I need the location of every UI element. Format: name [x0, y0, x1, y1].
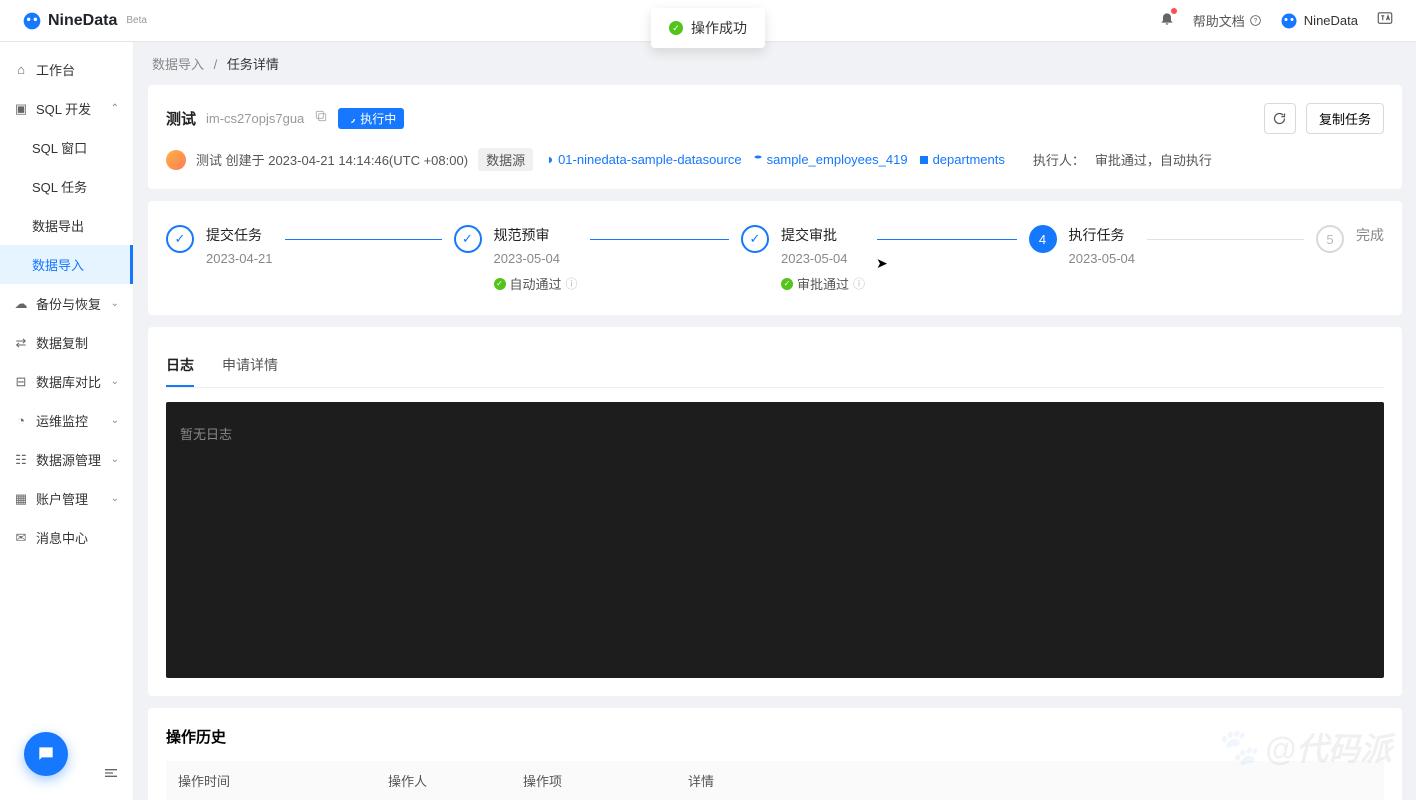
datasource-link[interactable]: 01-ninedata-sample-datasource: [543, 152, 742, 167]
task-id: im-cs27opjs7gua: [206, 111, 304, 126]
sidebar-item-message[interactable]: ✉ 消息中心: [0, 518, 133, 557]
help-icon: ?: [1249, 14, 1262, 27]
col-operator: 操作人: [376, 761, 511, 800]
database-icon: [752, 154, 764, 166]
chat-fab[interactable]: [24, 732, 68, 776]
sidebar-item-sqldev[interactable]: ▣ SQL 开发 ⌃: [0, 89, 133, 128]
copy-task-button[interactable]: 复制任务: [1306, 103, 1384, 134]
svg-text:?: ?: [1253, 18, 1257, 25]
watermark: 🐾 @代码派: [1214, 724, 1392, 770]
status-tag: 执行中: [338, 108, 404, 129]
task-header-card: 测试 im-cs27opjs7gua 执行中 复制任务 测试: [148, 85, 1402, 189]
check-icon: ✓: [741, 225, 769, 253]
log-card: 日志 申请详情 暂无日志: [148, 327, 1402, 696]
chat-icon: [36, 744, 56, 764]
tab-log[interactable]: 日志: [166, 345, 194, 387]
monitor-icon: ◔: [14, 414, 28, 428]
creator-line: 测试 创建于 2023-04-21 14:14:46(UTC +08:00): [196, 150, 468, 169]
sidebar: ⌂ 工作台 ▣ SQL 开发 ⌃ SQL 窗口 SQL 任务 数据导出 数据导入…: [0, 42, 134, 800]
info-icon[interactable]: ⓘ: [853, 275, 865, 292]
spinner-icon: [346, 114, 356, 124]
refresh-button[interactable]: [1264, 103, 1296, 134]
chevron-down-icon: ⌄: [111, 376, 119, 387]
chevron-down-icon: ⌄: [111, 454, 119, 465]
tab-detail[interactable]: 申请详情: [222, 345, 278, 387]
sidebar-item-monitor[interactable]: ◔ 运维监控 ⌄: [0, 401, 133, 440]
user-menu[interactable]: NineData: [1280, 12, 1358, 30]
logo-small-icon: [1280, 12, 1298, 30]
check-icon: ✓: [454, 225, 482, 253]
notification-icon[interactable]: [1159, 10, 1175, 31]
collapse-sidebar-icon[interactable]: [103, 765, 119, 786]
terminal-icon: ▣: [14, 102, 28, 116]
help-link[interactable]: 帮助文档 ?: [1193, 11, 1262, 30]
database-link[interactable]: sample_employees_419: [752, 152, 908, 167]
user-icon: ▦: [14, 492, 28, 506]
breadcrumb-current: 任务详情: [227, 57, 279, 72]
sidebar-item-replicate[interactable]: ⇄ 数据复制: [0, 323, 133, 362]
beta-tag: Beta: [126, 15, 147, 26]
log-panel: 暂无日志: [166, 402, 1384, 678]
col-action: 操作项: [511, 761, 676, 800]
step-1: ✓ 提交任务 2023-04-21: [166, 225, 454, 266]
home-icon: ⌂: [14, 63, 28, 77]
chevron-down-icon: ⌄: [111, 493, 119, 504]
sidebar-item-workspace[interactable]: ⌂ 工作台: [0, 50, 133, 89]
sidebar-item-backup[interactable]: ☁ 备份与恢复 ⌄: [0, 284, 133, 323]
paw-icon: 🐾: [1214, 726, 1259, 768]
executor-value: 审批通过，自动执行: [1095, 150, 1212, 169]
datasource-label: 数据源: [478, 148, 533, 171]
creator-avatar: [166, 150, 186, 170]
chevron-up-icon: ⌃: [111, 103, 119, 114]
breadcrumb: 数据导入 / 任务详情: [134, 42, 1416, 85]
step-2: ✓ 规范预审 2023-05-04 ✓自动通过ⓘ: [454, 225, 742, 293]
brand-logo[interactable]: NineData: [22, 11, 117, 31]
step-4: 4 执行任务 2023-05-04: [1029, 225, 1317, 266]
chevron-down-icon: ⌄: [111, 298, 119, 309]
sidebar-item-compare[interactable]: ⊟ 数据库对比 ⌄: [0, 362, 133, 401]
col-time: 操作时间: [166, 761, 376, 800]
step-5: 5 完成: [1316, 225, 1384, 253]
chevron-down-icon: ⌄: [111, 415, 119, 426]
copy-id-icon[interactable]: [314, 109, 328, 128]
sidebar-item-sqlwindow[interactable]: SQL 窗口: [0, 128, 133, 167]
breadcrumb-link[interactable]: 数据导入: [152, 57, 204, 72]
steps-card: ✓ 提交任务 2023-04-21 ✓ 规范预审 2023-05-04 ✓自动通…: [148, 201, 1402, 315]
sidebar-item-sqltask[interactable]: SQL 任务: [0, 167, 133, 206]
table-icon: [918, 154, 930, 166]
brand-name: NineData: [48, 12, 117, 30]
sidebar-item-datasource[interactable]: ☷ 数据源管理 ⌄: [0, 440, 133, 479]
cloud-icon: ☁: [14, 297, 28, 311]
main-content: 数据导入 / 任务详情 测试 im-cs27opjs7gua 执行中: [134, 42, 1416, 800]
executor-label: 执行人：: [1033, 150, 1085, 169]
database-icon: ☷: [14, 453, 28, 467]
refresh-icon: [1272, 111, 1287, 126]
sidebar-item-import[interactable]: 数据导入: [0, 245, 133, 284]
compare-icon: ⊟: [14, 375, 28, 389]
logo-icon: [22, 11, 42, 31]
success-toast: ✓ 操作成功: [651, 8, 765, 48]
check-icon: ✓: [166, 225, 194, 253]
mail-icon: ✉: [14, 531, 28, 545]
info-icon[interactable]: ⓘ: [566, 275, 578, 292]
task-title: 测试: [166, 108, 196, 129]
sidebar-item-export[interactable]: 数据导出: [0, 206, 133, 245]
copy-icon: ⇄: [14, 336, 28, 350]
sidebar-item-account[interactable]: ▦ 账户管理 ⌄: [0, 479, 133, 518]
log-empty: 暂无日志: [180, 427, 232, 442]
check-icon: ✓: [669, 21, 683, 35]
table-link[interactable]: departments: [918, 152, 1005, 167]
step-3: ✓ 提交审批 2023-05-04 ✓审批通过ⓘ: [741, 225, 1029, 293]
link-icon: [543, 154, 555, 166]
language-icon[interactable]: [1376, 9, 1394, 32]
history-title: 操作历史: [166, 726, 1384, 747]
